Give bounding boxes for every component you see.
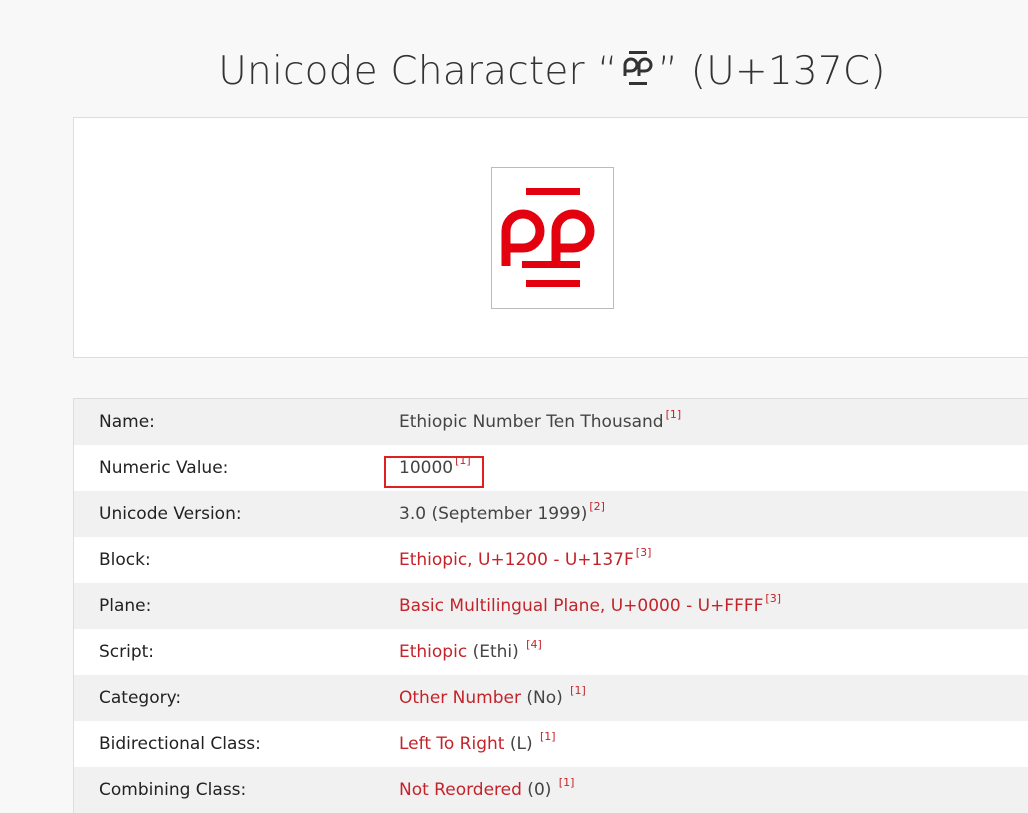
property-label: Combining Class: [99,780,247,800]
glyph-preview-box [491,167,614,309]
property-value-code: (No) [520,688,569,708]
property-value-code: (0) [521,780,557,800]
reference-link[interactable]: [1] [666,408,682,421]
page-title: Unicode Character “ ” (U+137C) [0,48,1028,94]
property-value-link[interactable]: Basic Multilingual Plane, U+0000 - U+FFF… [399,596,763,616]
property-value: Not Reordered (0) [1] [399,767,574,813]
property-row: Plane: Basic Multilingual Plane, U+0000 -… [74,583,1028,629]
property-value-text: 3.0 (September 1999) [399,504,588,524]
property-value: Ethiopic Number Ten Thousand [1] [399,399,681,445]
property-row: Bidirectional Class: Left To Right (L) [1… [74,721,1028,767]
property-row: Unicode Version: 3.0 (September 1999) [2] [74,491,1028,537]
title-prefix: Unicode Character “ [218,49,618,95]
reference-link[interactable]: [4] [526,638,542,651]
property-value-link[interactable]: Left To Right [399,734,504,754]
glyph-preview-panel [73,117,1028,358]
property-value: Other Number (No) [1] [399,675,586,721]
property-value: Basic Multilingual Plane, U+0000 - U+FFF… [399,583,781,629]
reference-link[interactable]: [3] [636,546,652,559]
property-value-link[interactable]: Other Number [399,688,521,708]
property-row: Combining Class: Not Reordered (0) [1] [74,767,1028,813]
property-value: Ethiopic, U+1200 - U+137F [3] [399,537,651,583]
title-suffix: ” (U+137C) [657,49,886,95]
property-value-link[interactable]: Ethiopic, U+1200 - U+137F [399,550,634,570]
reference-link[interactable]: [3] [765,592,781,605]
numeric-value-highlight-box [384,456,484,488]
property-label: Plane: [99,596,152,616]
reference-link[interactable]: [1] [559,776,575,789]
property-value-code: (L) [504,734,538,754]
property-row: Numeric Value: 10000 [1] [74,445,1028,491]
property-label: Category: [99,688,182,708]
property-value-link[interactable]: Not Reordered [399,780,522,800]
property-value-text: Ethiopic Number Ten Thousand [399,412,664,432]
property-value-link[interactable]: Ethiopic [399,642,467,662]
property-row: Block: Ethiopic, U+1200 - U+137F [3] [74,537,1028,583]
ethiopic-ten-thousand-glyph-icon [501,188,595,287]
reference-link[interactable]: [1] [540,730,556,743]
properties-table: Name: Ethiopic Number Ten Thousand [1] Nume… [73,398,1028,813]
property-row: Name: Ethiopic Number Ten Thousand [1] [74,399,1028,445]
property-label: Script: [99,642,155,662]
reference-link[interactable]: [2] [589,500,605,513]
property-row: Category: Other Number (No) [1] [74,675,1028,721]
property-label: Numeric Value: [99,458,229,478]
title-glyph-icon [620,48,656,88]
property-value: Ethiopic (Ethi) [4] [399,629,542,675]
property-label: Bidirectional Class: [99,734,261,754]
property-label: Name: [99,412,155,432]
reference-link[interactable]: [1] [570,684,586,697]
property-value: Left To Right (L) [1] [399,721,556,767]
property-value-code: (Ethi) [467,642,525,662]
property-value: 3.0 (September 1999) [2] [399,491,605,537]
property-label: Block: [99,550,151,570]
property-label: Unicode Version: [99,504,242,524]
property-row: Script: Ethiopic (Ethi) [4] [74,629,1028,675]
